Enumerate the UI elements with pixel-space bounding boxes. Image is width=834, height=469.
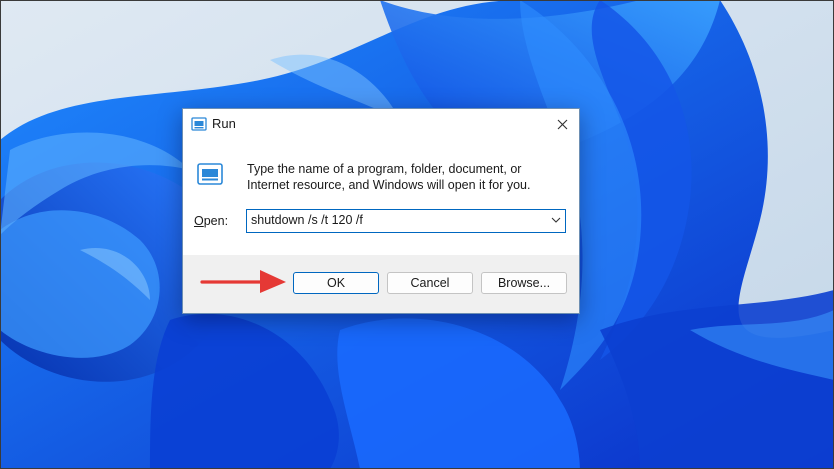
close-button[interactable] <box>545 109 579 139</box>
open-input[interactable]: shutdown /s /t 120 /f <box>251 213 363 227</box>
title-bar[interactable]: Run <box>183 109 579 139</box>
cancel-button[interactable]: Cancel <box>387 272 473 294</box>
close-icon <box>557 119 567 129</box>
run-app-icon <box>197 163 223 185</box>
run-app-icon <box>191 117 207 131</box>
open-label-text: pen: <box>203 214 229 228</box>
browse-button[interactable]: Browse... <box>481 272 567 294</box>
open-label-accelerator: O <box>194 214 204 228</box>
ok-button[interactable]: OK <box>293 272 379 294</box>
dialog-title: Run <box>212 116 236 131</box>
open-label: Open: <box>194 214 228 228</box>
dialog-description: Type the name of a program, folder, docu… <box>247 162 531 192</box>
dialog-content: Type the name of a program, folder, docu… <box>183 139 579 255</box>
open-combobox[interactable]: shutdown /s /t 120 /f <box>246 209 566 233</box>
red-arrow-icon <box>200 270 286 293</box>
chevron-down-icon[interactable] <box>551 216 561 224</box>
